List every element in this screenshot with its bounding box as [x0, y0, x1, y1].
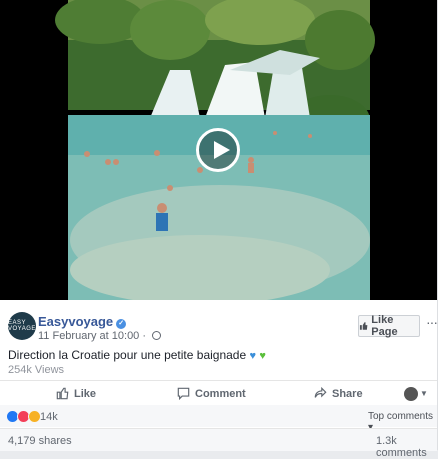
play-button[interactable] [196, 128, 240, 172]
post-footer: 4,179 shares 1.3k comments [0, 428, 437, 459]
comment-icon [177, 387, 190, 400]
thumbs-up-icon [359, 322, 368, 330]
facebook-video-post: EASY VOYAGE Easyvoyage ✓ 11 February at 1… [0, 0, 438, 459]
reaction-icons[interactable] [6, 410, 41, 423]
share-icon [314, 387, 327, 398]
share-button[interactable]: Share [314, 387, 363, 400]
more-options-icon[interactable]: ··· [426, 314, 438, 330]
action-bar: Like Comment Share ▼ [0, 380, 437, 406]
page-name-link[interactable]: Easyvoyage ✓ [38, 314, 127, 329]
meta-separator: · [142, 330, 147, 342]
like-label: Like [74, 387, 97, 400]
chevron-down-icon[interactable]: ▼ [420, 389, 428, 398]
post-date[interactable]: 11 February at 10:00 [38, 330, 139, 342]
like-page-button[interactable]: Like Page [358, 314, 420, 338]
globe-icon [152, 331, 162, 340]
page-avatar[interactable]: EASY VOYAGE [8, 312, 36, 340]
blue-heart-icon: ♥ [249, 350, 257, 362]
comment-label: Comment [195, 387, 246, 400]
share-count[interactable]: 4,179 shares [8, 435, 72, 447]
page-name[interactable]: Easyvoyage [38, 314, 113, 329]
green-heart-icon: ♥ [259, 350, 266, 362]
post-header: EASY VOYAGE Easyvoyage ✓ 11 February at 1… [8, 312, 438, 342]
post-meta: 11 February at 10:00 · [38, 330, 162, 342]
post-message: Direction la Croatie pour une petite bai… [8, 348, 266, 362]
share-label: Share [332, 387, 363, 400]
view-count: 254k Views [8, 364, 65, 376]
comment-count[interactable]: 1.3k comments [376, 435, 437, 459]
like-page-label: Like Page [371, 314, 398, 338]
reaction-count[interactable]: 14k [40, 411, 58, 423]
like-button[interactable]: Like [56, 387, 96, 400]
reactions-bar: 14k Top comments ▾ [0, 405, 437, 433]
verified-badge-icon: ✓ [116, 319, 127, 329]
like-icon [56, 387, 69, 400]
comment-button[interactable]: Comment [177, 387, 246, 400]
video-player[interactable] [0, 0, 437, 300]
post-message-text: Direction la Croatie pour une petite bai… [8, 348, 247, 362]
viewer-avatar[interactable] [404, 387, 418, 401]
